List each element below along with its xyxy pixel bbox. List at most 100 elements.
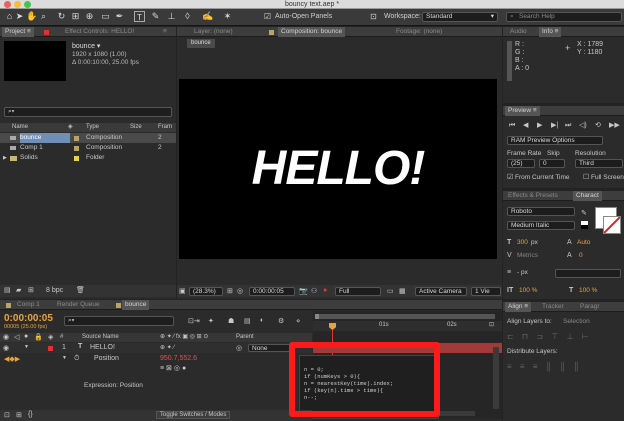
last-frame-icon[interactable]: ⏭ <box>565 121 571 130</box>
solo-icon[interactable]: ● <box>24 333 28 340</box>
tab-composition[interactable]: Composition: bounce <box>278 27 346 37</box>
show-snapshot-icon[interactable]: ⚇ <box>311 287 317 295</box>
leading-value[interactable]: Auto <box>577 239 590 246</box>
eyedropper-icon[interactable]: ✎ <box>581 209 587 217</box>
transparency-grid-icon[interactable]: ▦ <box>399 287 406 295</box>
frame-rate-select[interactable]: (25) <box>507 159 535 168</box>
visibility-icon[interactable]: ◉ <box>3 333 9 341</box>
collapse-triangle-icon[interactable]: ▼ <box>24 344 29 350</box>
region-of-interest-icon[interactable]: ▭ <box>387 287 394 295</box>
expression-pickwhip-icon[interactable]: ◎ <box>174 365 180 372</box>
layer-switches[interactable]: ⊕ ✦ ⁄ <box>160 344 174 351</box>
time-graph[interactable]: 01s 02s ◆ ◆ n = 0; if (numKeys > 0){ n =… <box>299 311 502 419</box>
layer-visibility-icon[interactable]: ◉ <box>3 344 9 352</box>
keyframe-nav-icon[interactable]: ◀◆▶ <box>4 355 20 363</box>
time-navigator[interactable] <box>315 314 495 319</box>
puppet-tool-icon[interactable]: ✶ <box>222 11 233 22</box>
selection-tool-icon[interactable]: ➤ <box>14 11 25 22</box>
eraser-tool-icon[interactable]: ◊ <box>182 11 193 22</box>
tab-layer[interactable]: Layer: (none) <box>191 27 236 37</box>
hand-tool-icon[interactable]: ✋ <box>26 11 37 22</box>
layer-label-swatch[interactable] <box>48 346 53 351</box>
grid-icon[interactable]: ⊞ <box>227 287 233 295</box>
brainstorm-icon[interactable]: ⚙ <box>278 317 284 325</box>
comp-button-icon[interactable]: ⊡ <box>489 321 494 328</box>
mask-visibility-icon[interactable]: ◎ <box>237 287 243 295</box>
timeline-scrollbar[interactable] <box>493 347 499 409</box>
label-icon[interactable]: ◈ <box>68 123 73 130</box>
align-buttons[interactable]: ⊏ ⊓ ⊐ ⊤ ⊥ ⊢ <box>507 332 592 341</box>
zoom-slider[interactable] <box>315 411 475 416</box>
col-source-name[interactable]: Source Name <box>82 334 119 340</box>
tab-paragraph[interactable]: Paragr <box>577 302 603 312</box>
expression-editor[interactable]: n = 0; if (numKeys > 0){ n = nearestKey(… <box>299 355 439 419</box>
property-expand-icon[interactable]: ▼ <box>62 355 67 361</box>
from-current-checkbox[interactable]: ☑ <box>507 173 513 181</box>
interpret-footage-icon[interactable]: ▤ <box>4 286 11 294</box>
align-target-select[interactable]: Selection <box>563 318 590 325</box>
camera-tool-icon[interactable]: ⊞ <box>70 11 81 22</box>
type-tool-icon[interactable]: T <box>134 11 145 22</box>
parent-select[interactable]: None <box>248 344 292 352</box>
bit-depth-label[interactable]: 8 bpc <box>46 287 63 294</box>
expression-graph-icon[interactable]: ⊠ <box>166 365 172 372</box>
project-search-input[interactable]: ⌕▾ <box>4 107 172 117</box>
mute-audio-icon[interactable]: ◁) <box>579 121 587 130</box>
zoom-tool-icon[interactable]: ⌕ <box>38 11 49 22</box>
tab-effect-controls[interactable]: Effect Controls: HELLO! <box>62 27 137 37</box>
new-comp-icon[interactable]: ⊞ <box>28 286 34 294</box>
roto-brush-tool-icon[interactable]: ✍ <box>202 11 213 22</box>
stroke-style-select[interactable] <box>555 269 621 278</box>
tab-bounce[interactable]: bounce <box>122 300 150 310</box>
hide-shy-layers-icon[interactable]: ☗ <box>228 317 234 325</box>
graph-editor-icon[interactable]: ⋄ <box>296 317 300 325</box>
tracking-value[interactable]: 0 <box>579 252 583 259</box>
prev-frame-icon[interactable]: ◀ <box>523 121 528 130</box>
snapshot-icon[interactable]: 📷 <box>299 287 308 295</box>
position-value[interactable]: 950.7,552.6 <box>160 355 197 362</box>
tab-tracker[interactable]: Tracker <box>539 302 567 312</box>
tab-align[interactable]: Align ≡ <box>505 302 532 312</box>
layer-duration-bar[interactable] <box>313 343 502 353</box>
always-preview-icon[interactable]: ▣ <box>179 287 186 295</box>
col-type[interactable]: Type <box>86 124 99 130</box>
navigator-start-handle[interactable] <box>315 314 319 319</box>
first-frame-icon[interactable]: ⏮ <box>509 121 515 130</box>
channel-icon[interactable]: ● <box>323 287 327 294</box>
motion-blur-icon[interactable]: ◐ <box>260 317 264 324</box>
expand-triangle-icon[interactable]: ▶ <box>3 153 7 163</box>
next-frame-icon[interactable]: ▶| <box>551 121 558 130</box>
indent-value[interactable]: - px <box>517 269 528 276</box>
tab-render-queue[interactable]: Render Queue <box>54 300 103 310</box>
magnification-select[interactable]: (28.3%) <box>189 287 223 296</box>
clone-stamp-tool-icon[interactable]: ⊥ <box>166 11 177 22</box>
table-row[interactable]: ◉ ▼ 1 T HELLO! ⊕ ✦ ⁄ ◎ None <box>0 343 312 353</box>
composition-canvas[interactable]: HELLO! <box>179 79 497 259</box>
resolution-select[interactable]: Full <box>335 287 381 296</box>
tab-preview[interactable]: Preview ≡ <box>505 106 540 116</box>
brush-tool-icon[interactable]: ✎ <box>150 11 161 22</box>
rotate-tool-icon[interactable]: ↻ <box>56 11 67 22</box>
mask-tool-icon[interactable]: ▭ <box>100 11 111 22</box>
current-timecode[interactable]: 0:00:00:05 <box>4 313 53 324</box>
kerning-value[interactable]: Metrics <box>517 252 538 259</box>
timeline-search-input[interactable]: ⌕▾ <box>64 316 174 326</box>
panel-menu-icon[interactable]: ≡ <box>160 27 170 37</box>
font-family-select[interactable]: Roboto <box>507 207 575 216</box>
time-ruler[interactable]: 01s 02s <box>313 321 502 331</box>
black-swatch[interactable] <box>581 225 588 229</box>
stopwatch-icon[interactable]: ⏱ <box>74 355 79 363</box>
transfer-controls-icon[interactable]: ⊞ <box>16 411 22 419</box>
ram-preview-options-select[interactable]: RAM Preview Options <box>507 136 603 145</box>
expression-language-menu-icon[interactable]: ● <box>182 365 186 372</box>
workspace-menu-icon[interactable]: ⊡ <box>368 11 379 22</box>
composition-mini-flowchart-icon[interactable]: ⊡⇥ <box>188 317 200 325</box>
play-icon[interactable]: ▶ <box>537 121 542 130</box>
lock-icon[interactable]: 🔒 <box>34 333 43 341</box>
frame-blending-icon[interactable]: ▤ <box>244 317 251 325</box>
table-row[interactable]: ◀◆▶ ▼ ⏱ Position 950.7,552.6 <box>0 354 312 364</box>
workspace-select[interactable]: Standard ▾ <box>422 12 498 22</box>
new-folder-icon[interactable]: ▰ <box>16 286 21 294</box>
parent-pick-whip-icon[interactable]: ◎ <box>236 344 242 352</box>
tab-project[interactable]: Project ≡ <box>2 27 34 37</box>
